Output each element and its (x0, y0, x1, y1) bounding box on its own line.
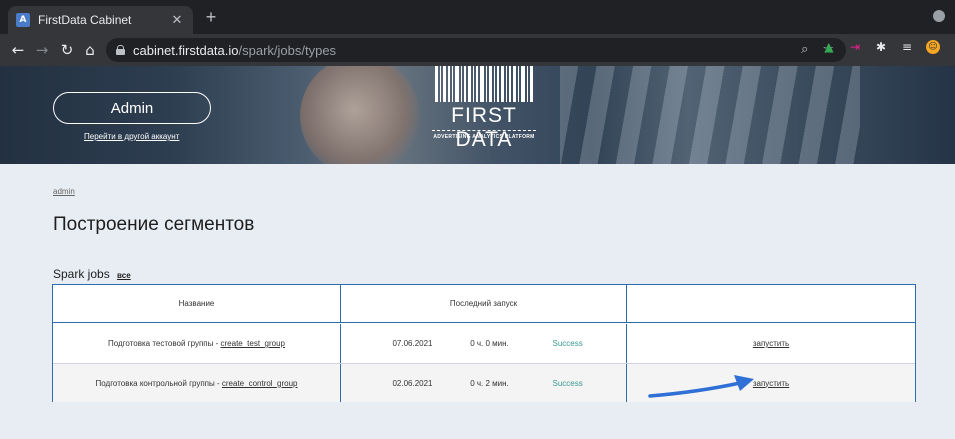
back-icon[interactable]: ← (8, 41, 28, 59)
table-row: Подготовка тестовой группы - create_test… (53, 324, 915, 364)
banner-photo-shelves (560, 66, 860, 164)
page-title: Построение сегментов (53, 214, 255, 235)
last-run-date: 07.06.2021 (392, 339, 433, 348)
drive-extension-icon[interactable]: ▲ (822, 40, 836, 54)
last-run-date: 02.06.2021 (392, 378, 433, 388)
switch-account-link[interactable]: Перейти в другой аккаунт (84, 132, 179, 141)
section-title: Spark jobs все (53, 267, 131, 281)
browser-toolbar: ← → ↻ ⌂ cabinet.firstdata.io/spark/jobs/… (0, 34, 955, 66)
forward-icon[interactable]: → (32, 41, 52, 59)
reload-icon[interactable]: ↻ (57, 41, 77, 59)
first-data-logo[interactable]: FIRST DATA ADVERTISING ANALYTICS PLATFOR… (420, 66, 548, 152)
banner-photo (300, 66, 420, 164)
address-bar[interactable]: cabinet.firstdata.io/spark/jobs/types ⌕ … (106, 38, 846, 62)
browser-tabstrip: A FirstData Cabinet ✕ + (0, 0, 955, 34)
job-id-link[interactable]: create_test_group (221, 339, 286, 348)
run-job-link[interactable]: запустить (753, 379, 789, 388)
browser-tab[interactable]: A FirstData Cabinet ✕ (8, 6, 193, 34)
job-name-cell: Подготовка тестовой группы - create_test… (53, 324, 341, 363)
barcode-logo-icon (428, 66, 540, 102)
home-icon[interactable]: ⌂ (80, 41, 100, 59)
column-header-action (627, 285, 915, 322)
section-label: Spark jobs (53, 267, 110, 281)
action-cell: запустить (627, 324, 915, 363)
job-name: Подготовка тестовой группы - (108, 339, 219, 348)
account-button[interactable]: Admin (53, 92, 211, 124)
run-job-link[interactable]: запустить (753, 339, 789, 348)
url-host: cabinet.firstdata.io (133, 42, 239, 58)
table-row: Подготовка контрольной группы - create_c… (53, 364, 915, 402)
column-header-name: Название (53, 285, 341, 322)
breadcrumb[interactable]: admin (53, 187, 75, 196)
pointer-arrow-icon (648, 375, 754, 398)
extensions-area: ▲ ⇥ ✱ ≡ ☺ ⋮ (822, 40, 955, 54)
job-name-cell: Подготовка контрольной группы - create_c… (53, 364, 341, 402)
column-header-last-run: Последний запуск (341, 285, 627, 322)
site-favicon-icon: A (16, 13, 30, 27)
tab-search-icon[interactable] (933, 10, 945, 22)
last-run-duration: 0 ч. 2 мин. (470, 378, 509, 388)
status-badge: Success (552, 378, 583, 388)
job-name: Подготовка контрольной группы - (95, 378, 220, 388)
spark-jobs-table: Название Последний запуск Подготовка тес… (52, 284, 916, 402)
profile-avatar-icon[interactable]: ☺ (926, 40, 940, 54)
pocket-extension-icon[interactable]: ⇥ (848, 40, 862, 54)
status-badge: Success (552, 339, 583, 348)
last-run-cell: 07.06.2021 0 ч. 0 мин. Success (341, 324, 627, 363)
new-tab-icon[interactable]: + (201, 8, 221, 26)
close-tab-icon[interactable]: ✕ (169, 12, 185, 28)
table-header: Название Последний запуск (53, 285, 915, 323)
puzzle-extensions-icon[interactable]: ✱ (874, 40, 888, 54)
logo-tagline: ADVERTISING ANALYTICS PLATFORM (433, 134, 535, 140)
last-run-duration: 0 ч. 0 мин. (470, 339, 509, 348)
logo-wordmark: FIRST DATA (451, 104, 517, 151)
all-jobs-link[interactable]: все (117, 271, 131, 280)
reading-list-icon[interactable]: ≡ (900, 40, 914, 54)
last-run-cell: 02.06.2021 0 ч. 2 мин. Success (341, 364, 627, 402)
lock-icon[interactable] (116, 45, 125, 55)
job-id-link[interactable]: create_control_group (222, 379, 298, 388)
zoom-icon[interactable]: ⌕ (801, 42, 808, 57)
url-path: /spark/jobs/types (238, 42, 337, 58)
tab-title: FirstData Cabinet (38, 13, 132, 27)
